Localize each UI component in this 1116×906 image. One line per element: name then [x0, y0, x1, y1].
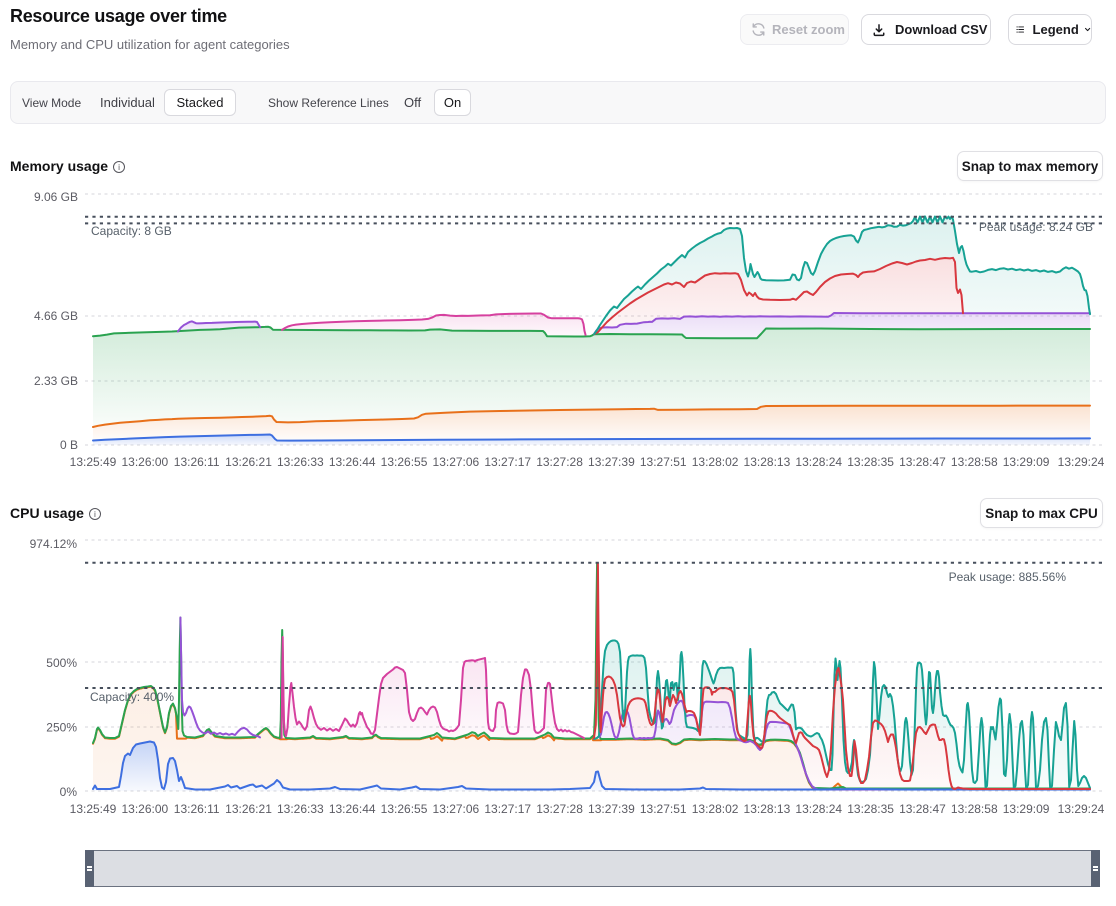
svg-text:13:28:02: 13:28:02 [692, 455, 739, 469]
svg-text:Capacity: 400%: Capacity: 400% [90, 690, 174, 704]
svg-text:13:26:11: 13:26:11 [174, 802, 220, 816]
svg-text:13:26:33: 13:26:33 [277, 455, 324, 469]
svg-text:13:27:06: 13:27:06 [433, 802, 480, 816]
svg-text:13:26:00: 13:26:00 [121, 455, 168, 469]
svg-text:13:27:17: 13:27:17 [484, 455, 531, 469]
svg-text:13:27:39: 13:27:39 [588, 455, 635, 469]
svg-text:13:28:24: 13:28:24 [795, 802, 842, 816]
svg-text:13:27:39: 13:27:39 [588, 802, 635, 816]
svg-text:13:28:58: 13:28:58 [951, 455, 998, 469]
svg-text:13:28:02: 13:28:02 [692, 802, 739, 816]
svg-text:0%: 0% [60, 785, 78, 799]
svg-text:13:26:44: 13:26:44 [329, 455, 376, 469]
svg-text:9.06 GB: 9.06 GB [34, 190, 78, 204]
svg-text:13:28:35: 13:28:35 [847, 455, 894, 469]
svg-text:2.33 GB: 2.33 GB [34, 374, 78, 388]
svg-text:13:26:55: 13:26:55 [381, 455, 428, 469]
svg-text:Capacity: 8 GB: Capacity: 8 GB [91, 224, 172, 238]
svg-text:13:26:00: 13:26:00 [121, 802, 168, 816]
svg-text:13:27:17: 13:27:17 [484, 802, 531, 816]
svg-text:13:28:13: 13:28:13 [744, 455, 791, 469]
svg-text:13:27:06: 13:27:06 [433, 455, 480, 469]
svg-text:13:27:51: 13:27:51 [640, 455, 687, 469]
svg-text:13:29:24: 13:29:24 [1058, 455, 1105, 469]
svg-text:13:28:47: 13:28:47 [899, 802, 946, 816]
svg-text:974.12%: 974.12% [30, 537, 78, 551]
svg-text:13:28:47: 13:28:47 [899, 455, 946, 469]
svg-text:13:26:21: 13:26:21 [225, 802, 272, 816]
svg-text:Peak usage: 8.24 GB: Peak usage: 8.24 GB [979, 220, 1093, 234]
svg-text:250%: 250% [46, 721, 77, 735]
svg-text:13:25:49: 13:25:49 [70, 802, 117, 816]
svg-text:0 B: 0 B [60, 438, 78, 452]
svg-text:13:27:28: 13:27:28 [536, 802, 583, 816]
svg-text:500%: 500% [46, 656, 77, 670]
svg-text:13:28:35: 13:28:35 [847, 802, 894, 816]
svg-text:13:27:28: 13:27:28 [536, 455, 583, 469]
svg-text:13:26:55: 13:26:55 [381, 802, 428, 816]
svg-text:13:25:49: 13:25:49 [70, 455, 117, 469]
svg-text:13:28:58: 13:28:58 [951, 802, 998, 816]
svg-text:13:29:09: 13:29:09 [1003, 802, 1050, 816]
svg-text:Peak usage: 885.56%: Peak usage: 885.56% [949, 570, 1067, 584]
svg-text:13:26:21: 13:26:21 [225, 455, 272, 469]
svg-text:13:26:11: 13:26:11 [174, 455, 220, 469]
svg-text:13:29:24: 13:29:24 [1058, 802, 1105, 816]
svg-text:4.66 GB: 4.66 GB [34, 309, 78, 323]
svg-text:13:28:24: 13:28:24 [795, 455, 842, 469]
svg-text:13:28:13: 13:28:13 [744, 802, 791, 816]
svg-text:13:29:09: 13:29:09 [1003, 455, 1050, 469]
svg-text:13:26:44: 13:26:44 [329, 802, 376, 816]
svg-text:13:26:33: 13:26:33 [277, 802, 324, 816]
svg-text:13:27:51: 13:27:51 [640, 802, 687, 816]
